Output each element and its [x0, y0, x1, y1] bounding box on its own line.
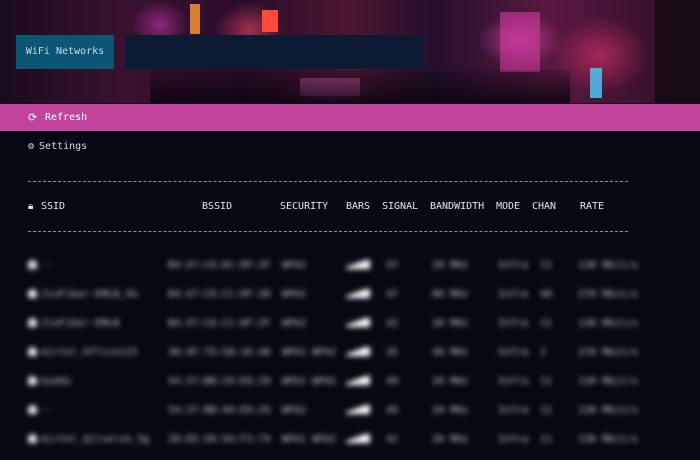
cell-mode: Infra	[498, 405, 529, 416]
table-header-divider	[28, 231, 628, 232]
cell-chan: 11	[540, 318, 553, 329]
cell-security: WPA1 WPA2	[282, 434, 337, 445]
network-row[interactable]: Airtel_Qilverze_5g 28:EE:56:5A:F3:79 WPA1 …	[0, 429, 700, 455]
cell-mode: Infra	[498, 260, 529, 271]
cell-mode: Infra	[498, 376, 529, 387]
signal-bars-icon	[346, 347, 370, 359]
cell-bandwidth: 40 MHz	[432, 347, 469, 358]
network-row[interactable]: JioFiber-EMLN_5G B4:47:C6:CC:0F:30 WPA2 47 8…	[0, 284, 700, 310]
cell-chan: 2	[540, 347, 547, 358]
cell-bandwidth: 80 MHz	[432, 289, 469, 300]
signal-bars-icon	[346, 434, 370, 446]
cell-signal: 49	[386, 376, 399, 387]
cell-rate: 130 Mbit/s	[578, 318, 639, 329]
column-header-chan[interactable]: CHAN	[532, 201, 556, 213]
cell-bssid: 54:37:BB:49:E9:29	[168, 405, 271, 416]
column-header-signal[interactable]: SIGNAL	[382, 201, 418, 213]
cell-rate: 130 Mbit/s	[578, 434, 639, 445]
signal-bars-icon	[346, 260, 370, 272]
cell-security: WPA2	[282, 318, 307, 329]
cell-signal: 47	[386, 260, 399, 271]
cell-mode: Infra	[498, 318, 529, 329]
signal-bars-icon	[346, 318, 370, 330]
network-row[interactable]: -- B4:47:C6:DC:0F:2F WPA2 47 20 MHz Infra 11 13…	[0, 255, 700, 281]
cell-chan: 11	[540, 376, 553, 387]
table-top-divider	[28, 181, 628, 182]
refresh-label: Refresh	[45, 112, 88, 123]
cell-bssid: B4:47:C6:CC:0F:2F	[168, 318, 271, 329]
cell-bandwidth: 20 MHz	[432, 405, 469, 416]
app-title: WiFi Networks	[16, 35, 114, 69]
cell-security: WPA1 WPA2	[282, 376, 337, 387]
column-header-bars[interactable]: BARS	[346, 201, 370, 213]
cell-bssid: B4:47:C6:CC:0F:30	[168, 289, 271, 300]
cell-rate: 130 Mbit/s	[578, 376, 639, 387]
cell-ssid: --	[41, 260, 54, 271]
cell-mode: Infra	[498, 347, 529, 358]
column-header-bssid[interactable]: BSSID	[202, 201, 232, 213]
cell-ssid: Airtel_Qilverze_5g	[41, 434, 150, 445]
cell-security: WPA2	[282, 260, 307, 271]
cell-mode: Infra	[498, 289, 529, 300]
cell-bssid: 28:EE:56:5A:F3:79	[168, 434, 271, 445]
network-row[interactable]: Guddu 54:37:BB:29:E9:29 WPA1 WPA2 49 20 MHz I…	[0, 371, 700, 397]
column-header-mode[interactable]: MODE	[496, 201, 520, 213]
cell-bandwidth: 20 MHz	[432, 260, 469, 271]
cell-mode: Infra	[498, 434, 529, 445]
cell-rate: 270 Mbit/s	[578, 289, 639, 300]
search-input[interactable]	[125, 35, 423, 69]
cell-signal: 42	[386, 318, 399, 329]
cell-rate: 130 Mbit/s	[578, 405, 639, 416]
column-header-security[interactable]: SECURITY	[280, 201, 328, 213]
wifi-icon	[28, 318, 41, 329]
cell-bssid: B4:47:C6:DC:0F:2F	[168, 260, 271, 271]
cell-ssid: Airtel_Office123	[41, 347, 138, 358]
refresh-icon: ⟳	[28, 111, 38, 124]
cell-security: WPA2	[282, 289, 307, 300]
wifi-icon	[28, 376, 41, 387]
cell-ssid: Guddu	[41, 376, 72, 387]
network-row[interactable]: -- 54:37:BB:49:E9:29 WPA2 49 20 MHz Infra 11 13…	[0, 400, 700, 426]
wifi-icon	[28, 289, 41, 300]
wifi-icon	[28, 347, 41, 358]
signal-bars-icon	[346, 289, 370, 301]
signal-bars-icon	[346, 376, 370, 388]
settings-button[interactable]: ⚙ Settings	[28, 140, 87, 154]
gear-icon: ⚙	[28, 141, 35, 152]
wifi-icon	[28, 260, 41, 271]
cell-chan: 11	[540, 405, 553, 416]
cell-chan: 48	[540, 289, 553, 300]
settings-label: Settings	[39, 141, 88, 152]
column-header-ssid[interactable]: SSID	[41, 201, 65, 213]
cell-security: WPA1 WPA2	[282, 347, 337, 358]
network-row[interactable]: JioFiber-EMLN B4:47:C6:CC:0F:2F WPA2 42 20 M…	[0, 313, 700, 339]
cell-bandwidth: 20 MHz	[432, 376, 469, 387]
cell-bssid: 30:4F:75:58:1E:48	[168, 347, 271, 358]
cell-rate: 130 Mbit/s	[578, 260, 639, 271]
cell-signal: 49	[386, 405, 399, 416]
cell-security: WPA2	[282, 405, 307, 416]
cell-chan: 11	[540, 260, 553, 271]
wifi-icon	[28, 434, 41, 445]
cell-rate: 270 Mbit/s	[578, 347, 639, 358]
cell-signal: 42	[386, 434, 399, 445]
cell-signal: 47	[386, 289, 399, 300]
cell-chan: 11	[540, 434, 553, 445]
cell-ssid: --	[41, 405, 54, 416]
network-row[interactable]: Airtel_Office123 30:4F:75:58:1E:48 WPA1 WP…	[0, 342, 700, 368]
cell-signal: 35	[386, 347, 399, 358]
cell-bssid: 54:37:BB:29:E9:29	[168, 376, 271, 387]
refresh-button[interactable]: ⟳ Refresh	[0, 104, 700, 131]
signal-bars-icon	[346, 405, 370, 417]
wifi-icon: 🔒︎	[28, 201, 34, 212]
wifi-icon	[28, 405, 41, 416]
cell-ssid: JioFiber-EMLN_5G	[41, 289, 138, 300]
cell-bandwidth: 20 MHz	[432, 318, 469, 329]
cell-ssid: JioFiber-EMLN	[41, 318, 120, 329]
column-header-rate[interactable]: RATE	[580, 201, 604, 213]
cell-bandwidth: 20 MHz	[432, 434, 469, 445]
column-header-bandwidth[interactable]: BANDWIDTH	[430, 201, 484, 213]
